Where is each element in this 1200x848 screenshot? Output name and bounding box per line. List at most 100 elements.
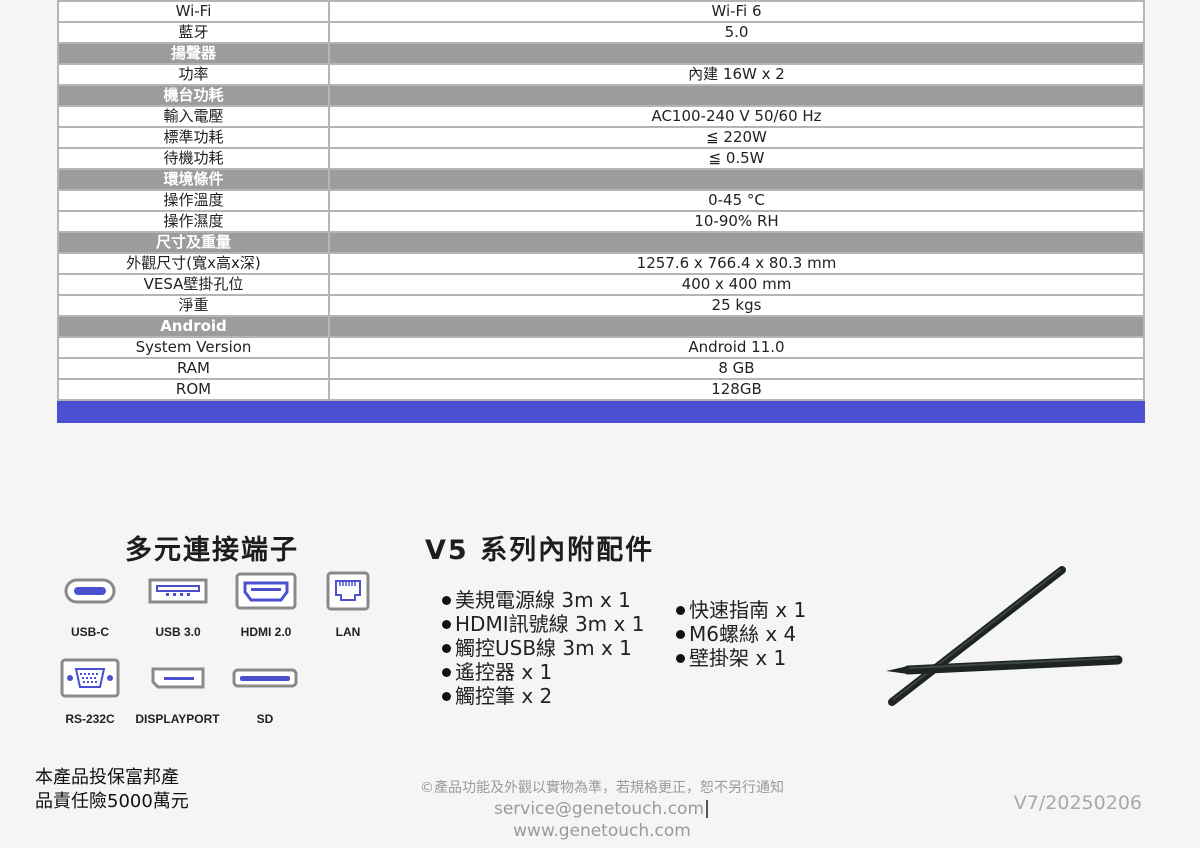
port-label: USB-C	[71, 625, 109, 639]
rs232-icon	[60, 658, 120, 698]
section-label: 機台功耗	[57, 84, 330, 107]
table-row: System Version Android 11.0	[57, 336, 1145, 359]
section-row: 機台功耗	[57, 84, 1145, 107]
displayport-icon	[150, 658, 206, 698]
spec-value: 1257.6 x 766.4 x 80.3 mm	[328, 252, 1145, 275]
spec-table: Wi-Fi Wi-Fi 6 藍牙 5.0 揚聲器 功率 內建 16W x 2 機台功耗 輸入電壓…	[57, 0, 1145, 423]
table-row: 操作溫度 0-45 °C	[57, 189, 1145, 212]
usb-a-icon	[148, 571, 208, 611]
warranty-text: 本產品投保富邦產 品責任險5000萬元	[35, 767, 189, 812]
table-row: 操作濕度 10-90% RH	[57, 210, 1145, 233]
port-label: RS-232C	[65, 712, 115, 726]
spec-label: 標準功耗	[57, 126, 330, 149]
spec-value: 5.0	[328, 21, 1145, 44]
section-label: Android	[57, 315, 330, 338]
port-usb-c: USB-C	[58, 571, 122, 639]
spec-value: 128GB	[328, 378, 1145, 401]
usb-c-icon	[64, 571, 116, 611]
port-lan: LAN	[323, 571, 373, 639]
bullet-icon	[442, 595, 451, 605]
accessories-heading: V5 系列內附配件	[425, 535, 655, 566]
disclaimer: ©產品功能及外觀以實物為準，若規格更正，恕不另行通知 service@genet…	[412, 778, 792, 842]
spec-label: 淨重	[57, 294, 330, 317]
spec-value: 25 kgs	[328, 294, 1145, 317]
spec-label: 外觀尺寸(寬x高x深)	[57, 252, 330, 275]
table-row: 淨重 25 kgs	[57, 294, 1145, 317]
spec-label: ROM	[57, 378, 330, 401]
list-item: 快速指南 x 1	[676, 598, 806, 622]
spec-value: 8 GB	[328, 357, 1145, 380]
website-link[interactable]: www.genetouch.com	[513, 821, 691, 841]
port-label: DISPLAYPORT	[135, 712, 220, 726]
version-label: V7/20250206	[1013, 792, 1142, 814]
connectors-heading: 多元連接端子	[125, 535, 299, 566]
section-label: 揚聲器	[57, 42, 330, 65]
section-label: 尺寸及重量	[57, 231, 330, 254]
spec-value: AC100-240 V 50/60 Hz	[328, 105, 1145, 128]
table-row: RAM 8 GB	[57, 357, 1145, 380]
spec-value: Wi-Fi 6	[328, 0, 1145, 23]
spec-value: Android 11.0	[328, 336, 1145, 359]
sd-card-icon	[232, 658, 298, 698]
disclaimer-note: ©產品功能及外觀以實物為準，若規格更正，恕不另行通知	[420, 780, 784, 796]
section-row: 揚聲器	[57, 42, 1145, 65]
lan-icon	[326, 571, 370, 611]
spec-value	[328, 315, 1145, 338]
list-item: 遙控器 x 1	[442, 660, 644, 684]
bullet-icon	[442, 667, 451, 677]
spec-label: 待機功耗	[57, 147, 330, 170]
spec-value	[328, 168, 1145, 191]
port-displayport: DISPLAYPORT	[130, 658, 225, 726]
accent-bar	[57, 399, 1145, 423]
section-row: 尺寸及重量	[57, 231, 1145, 254]
port-label: HDMI 2.0	[240, 625, 292, 639]
spec-label: Wi-Fi	[57, 0, 330, 23]
bullet-icon	[676, 629, 685, 639]
bullet-icon	[442, 643, 451, 653]
list-item: 美規電源線 3m x 1	[442, 588, 644, 612]
port-label: USB 3.0	[155, 625, 201, 639]
list-item: HDMI訊號線 3m x 1	[442, 612, 644, 636]
bullet-icon	[442, 691, 451, 701]
port-rs232: RS-232C	[58, 658, 122, 726]
accessories-list-1: 美規電源線 3m x 1 HDMI訊號線 3m x 1 觸控USB線 3m x …	[442, 588, 644, 708]
spec-label: 藍牙	[57, 21, 330, 44]
spec-value: 0-45 °C	[328, 189, 1145, 212]
spec-value	[328, 42, 1145, 65]
table-row: 外觀尺寸(寬x高x深) 1257.6 x 766.4 x 80.3 mm	[57, 252, 1145, 275]
bullet-icon	[676, 653, 685, 663]
spec-value	[328, 84, 1145, 107]
spec-value: 內建 16W x 2	[328, 63, 1145, 86]
spec-value	[328, 231, 1145, 254]
list-item: 觸控筆 x 2	[442, 684, 644, 708]
bullet-icon	[442, 619, 451, 629]
email-link[interactable]: service@genetouch.com	[494, 799, 704, 819]
bullet-icon	[676, 605, 685, 615]
table-row: 功率 內建 16W x 2	[57, 63, 1145, 86]
list-item: M6螺絲 x 4	[676, 622, 806, 646]
table-row: 標準功耗 ≦ 220W	[57, 126, 1145, 149]
spec-label: 操作溫度	[57, 189, 330, 212]
port-hdmi: HDMI 2.0	[232, 571, 300, 639]
spec-label: RAM	[57, 357, 330, 380]
accent-bar-cell	[57, 399, 330, 423]
spec-value: ≦ 220W	[328, 126, 1145, 149]
spec-value: 400 x 400 mm	[328, 273, 1145, 296]
port-label: SD	[256, 712, 274, 726]
list-item: 壁掛架 x 1	[676, 646, 806, 670]
hdmi-icon	[235, 571, 297, 611]
list-item: 觸控USB線 3m x 1	[442, 636, 644, 660]
divider	[706, 800, 709, 818]
table-row: 藍牙 5.0	[57, 21, 1145, 44]
spec-label: 輸入電壓	[57, 105, 330, 128]
section-row: Android	[57, 315, 1145, 338]
table-row: 輸入電壓 AC100-240 V 50/60 Hz	[57, 105, 1145, 128]
section-row: 環境條件	[57, 168, 1145, 191]
table-row: VESA壁掛孔位 400 x 400 mm	[57, 273, 1145, 296]
port-usb-3: USB 3.0	[143, 571, 213, 639]
spec-value: 10-90% RH	[328, 210, 1145, 233]
table-row: 待機功耗 ≦ 0.5W	[57, 147, 1145, 170]
table-row: ROM 128GB	[57, 378, 1145, 401]
spec-label: System Version	[57, 336, 330, 359]
spec-label: 功率	[57, 63, 330, 86]
